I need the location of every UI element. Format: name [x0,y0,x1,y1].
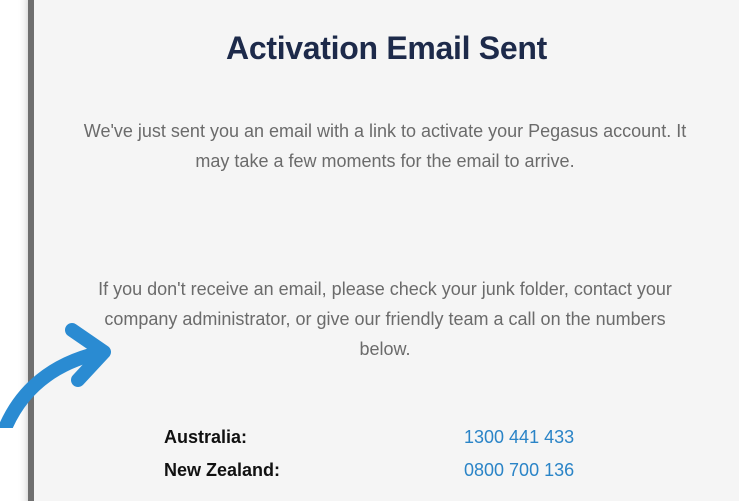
contact-row-australia: Australia: 1300 441 433 [0,427,739,457]
screenshot-stage: Activation Email Sent We've just sent yo… [0,0,739,501]
contact-row-new-zealand: New Zealand: 0800 700 136 [0,460,739,490]
phone-link-australia[interactable]: 1300 441 433 [464,427,574,448]
phone-link-new-zealand[interactable]: 0800 700 136 [464,460,574,481]
country-label-australia: Australia: [164,427,248,447]
page-title: Activation Email Sent [226,30,547,66]
country-label-new-zealand: New Zealand: [164,460,281,480]
curved-arrow-right-icon [0,323,111,428]
activation-panel [28,0,739,501]
email-sent-message: We've just sent you an email with a link… [83,121,687,171]
help-message: If you don't receive an email, please ch… [98,279,672,359]
